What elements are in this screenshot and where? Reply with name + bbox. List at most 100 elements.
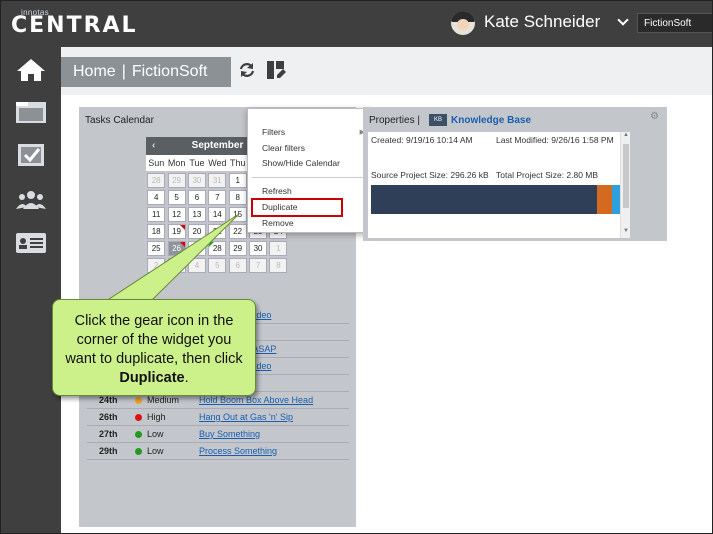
folder-icon[interactable] — [15, 99, 47, 125]
task-priority: Medium — [147, 395, 180, 405]
calendar-day[interactable]: 13 — [187, 207, 206, 222]
calendar-day[interactable]: 29 — [167, 173, 186, 188]
calendar-day[interactable]: 25 — [147, 241, 166, 256]
task-date: 26th — [99, 412, 118, 422]
calendar-day[interactable]: 3 — [167, 258, 186, 273]
calendar-month: September — [191, 140, 244, 151]
total-size-value: Total Project Size: 2.80 MB — [496, 170, 599, 180]
gear-icon[interactable]: ⚙ — [650, 112, 660, 122]
checkbox-icon[interactable] — [15, 142, 47, 168]
menu-item-filters[interactable]: Filters — [262, 127, 285, 137]
calendar-day[interactable]: 27 — [187, 241, 206, 256]
left-nav-rail — [1, 47, 61, 533]
calendar-day[interactable]: 4 — [187, 258, 206, 273]
calendar-day[interactable]: 6 — [187, 190, 206, 205]
refresh-icon[interactable] — [238, 61, 256, 79]
task-link[interactable]: Process Something — [199, 446, 277, 456]
users-icon[interactable] — [15, 187, 47, 213]
calendar-day[interactable]: 8 — [269, 258, 288, 273]
task-date: 24th — [99, 395, 118, 405]
breadcrumb-org[interactable]: FictionSoft — [132, 63, 208, 80]
scrollbar-thumb[interactable] — [623, 144, 629, 208]
task-link[interactable]: Buy Something — [199, 429, 260, 439]
id-card-icon[interactable] — [15, 230, 47, 256]
calendar-day[interactable]: 18 — [147, 224, 166, 239]
widget-title: Properties | — [369, 115, 420, 126]
calendar-day[interactable]: 15 — [228, 207, 247, 222]
calendar-day[interactable]: 1 — [228, 173, 247, 188]
calendar-day[interactable]: 7 — [208, 190, 227, 205]
priority-dot-icon — [135, 447, 142, 455]
properties-widget: Properties | KB Knowledge Base ⚙ Created… — [363, 107, 667, 241]
calendar-day[interactable]: 26 — [167, 241, 186, 256]
weekday-label: Thu — [230, 158, 246, 168]
calendar-day[interactable]: 12 — [167, 207, 186, 222]
main-content: Home | FictionSoft Tasks Calendar ‹ Septem… — [61, 47, 712, 533]
calendar-day[interactable]: 11 — [147, 207, 166, 222]
callout-text-bold: Duplicate — [119, 370, 185, 386]
task-priority: High — [147, 412, 166, 422]
menu-item-refresh[interactable]: Refresh — [262, 186, 292, 196]
breadcrumb-home[interactable]: Home — [73, 63, 116, 80]
calendar-day[interactable]: 30 — [249, 241, 268, 256]
task-row: 27th Low Buy Something — [87, 426, 349, 443]
task-priority: Low — [147, 429, 164, 439]
calendar-day[interactable]: 28 — [208, 241, 227, 256]
edit-layout-icon[interactable] — [266, 60, 286, 80]
task-date: 27th — [99, 429, 118, 439]
task-link[interactable]: Hold Boom Box Above Head — [199, 395, 313, 405]
user-name[interactable]: Kate Schneider — [484, 12, 600, 32]
calendar-day[interactable]: 2 — [147, 258, 166, 273]
calendar-day[interactable]: 5 — [208, 258, 227, 273]
task-priority: Low — [147, 446, 164, 456]
instruction-callout: Click the gear icon in the corner of the… — [52, 299, 256, 396]
user-avatar[interactable] — [451, 11, 475, 35]
calendar-day[interactable]: 31 — [208, 173, 227, 188]
home-icon[interactable] — [15, 57, 47, 83]
menu-item-clear-filters[interactable]: Clear filters — [262, 143, 305, 153]
scroll-up-icon[interactable]: ▲ — [623, 132, 629, 138]
breadcrumb: Home | FictionSoft — [61, 57, 231, 87]
widget-title: Tasks Calendar — [85, 115, 154, 126]
calendar-day[interactable]: 8 — [228, 190, 247, 205]
calendar-day[interactable]: 30 — [187, 173, 206, 188]
calendar-day[interactable]: 28 — [147, 173, 166, 188]
callout-text: Click the gear icon in the corner of the… — [65, 313, 243, 367]
size-bar-segment — [597, 185, 612, 214]
weekday-label: Wed — [208, 158, 227, 168]
calendar-day[interactable]: 4 — [147, 190, 166, 205]
task-row: 29th Low Process Something — [87, 443, 349, 460]
calendar-day[interactable]: 21 — [208, 224, 227, 239]
callout-text-end: . — [184, 370, 189, 386]
task-link[interactable]: Hang Out at Gas 'n' Sip — [199, 412, 293, 422]
widget-context-menu: Filters ▶ Clear filters Show/Hide Calend… — [247, 108, 372, 233]
priority-dot-icon — [135, 430, 142, 438]
app-window: innotas CENTRAL Kate Schneider FictionSo… — [0, 0, 713, 534]
calendar-day[interactable]: 22 — [228, 224, 247, 239]
priority-dot-icon — [135, 413, 142, 421]
calendar-day[interactable]: 19 — [167, 224, 186, 239]
knowledge-base-link[interactable]: Knowledge Base — [451, 115, 531, 126]
size-bar — [371, 185, 621, 214]
calendar-day[interactable]: 29 — [228, 241, 247, 256]
knowledge-base-icon: KB — [429, 114, 447, 126]
menu-item-remove[interactable]: Remove — [262, 218, 294, 228]
calendar-day[interactable]: 20 — [187, 224, 206, 239]
org-select[interactable]: FictionSoft — [637, 13, 712, 33]
calendar-day[interactable]: 14 — [208, 207, 227, 222]
calendar-day[interactable]: 1 — [269, 241, 288, 256]
calendar-day[interactable]: 5 — [167, 190, 186, 205]
scroll-down-icon[interactable]: ▼ — [623, 228, 629, 234]
top-header: innotas CENTRAL Kate Schneider FictionSo… — [1, 1, 712, 47]
menu-divider — [252, 177, 369, 178]
priority-dot-icon — [135, 396, 142, 404]
calendar-day[interactable]: 6 — [228, 258, 247, 273]
duplicate-highlight — [251, 198, 343, 217]
chevron-down-icon[interactable] — [617, 14, 629, 26]
size-bar-segment — [371, 185, 597, 214]
calendar-day[interactable]: 7 — [249, 258, 268, 273]
menu-item-show-hide-calendar[interactable]: Show/Hide Calendar — [262, 158, 340, 168]
weekday-label: Mon — [167, 158, 186, 168]
prev-month-button[interactable]: ‹ — [152, 137, 155, 155]
scrollbar[interactable]: ▲ ▼ — [620, 132, 630, 238]
